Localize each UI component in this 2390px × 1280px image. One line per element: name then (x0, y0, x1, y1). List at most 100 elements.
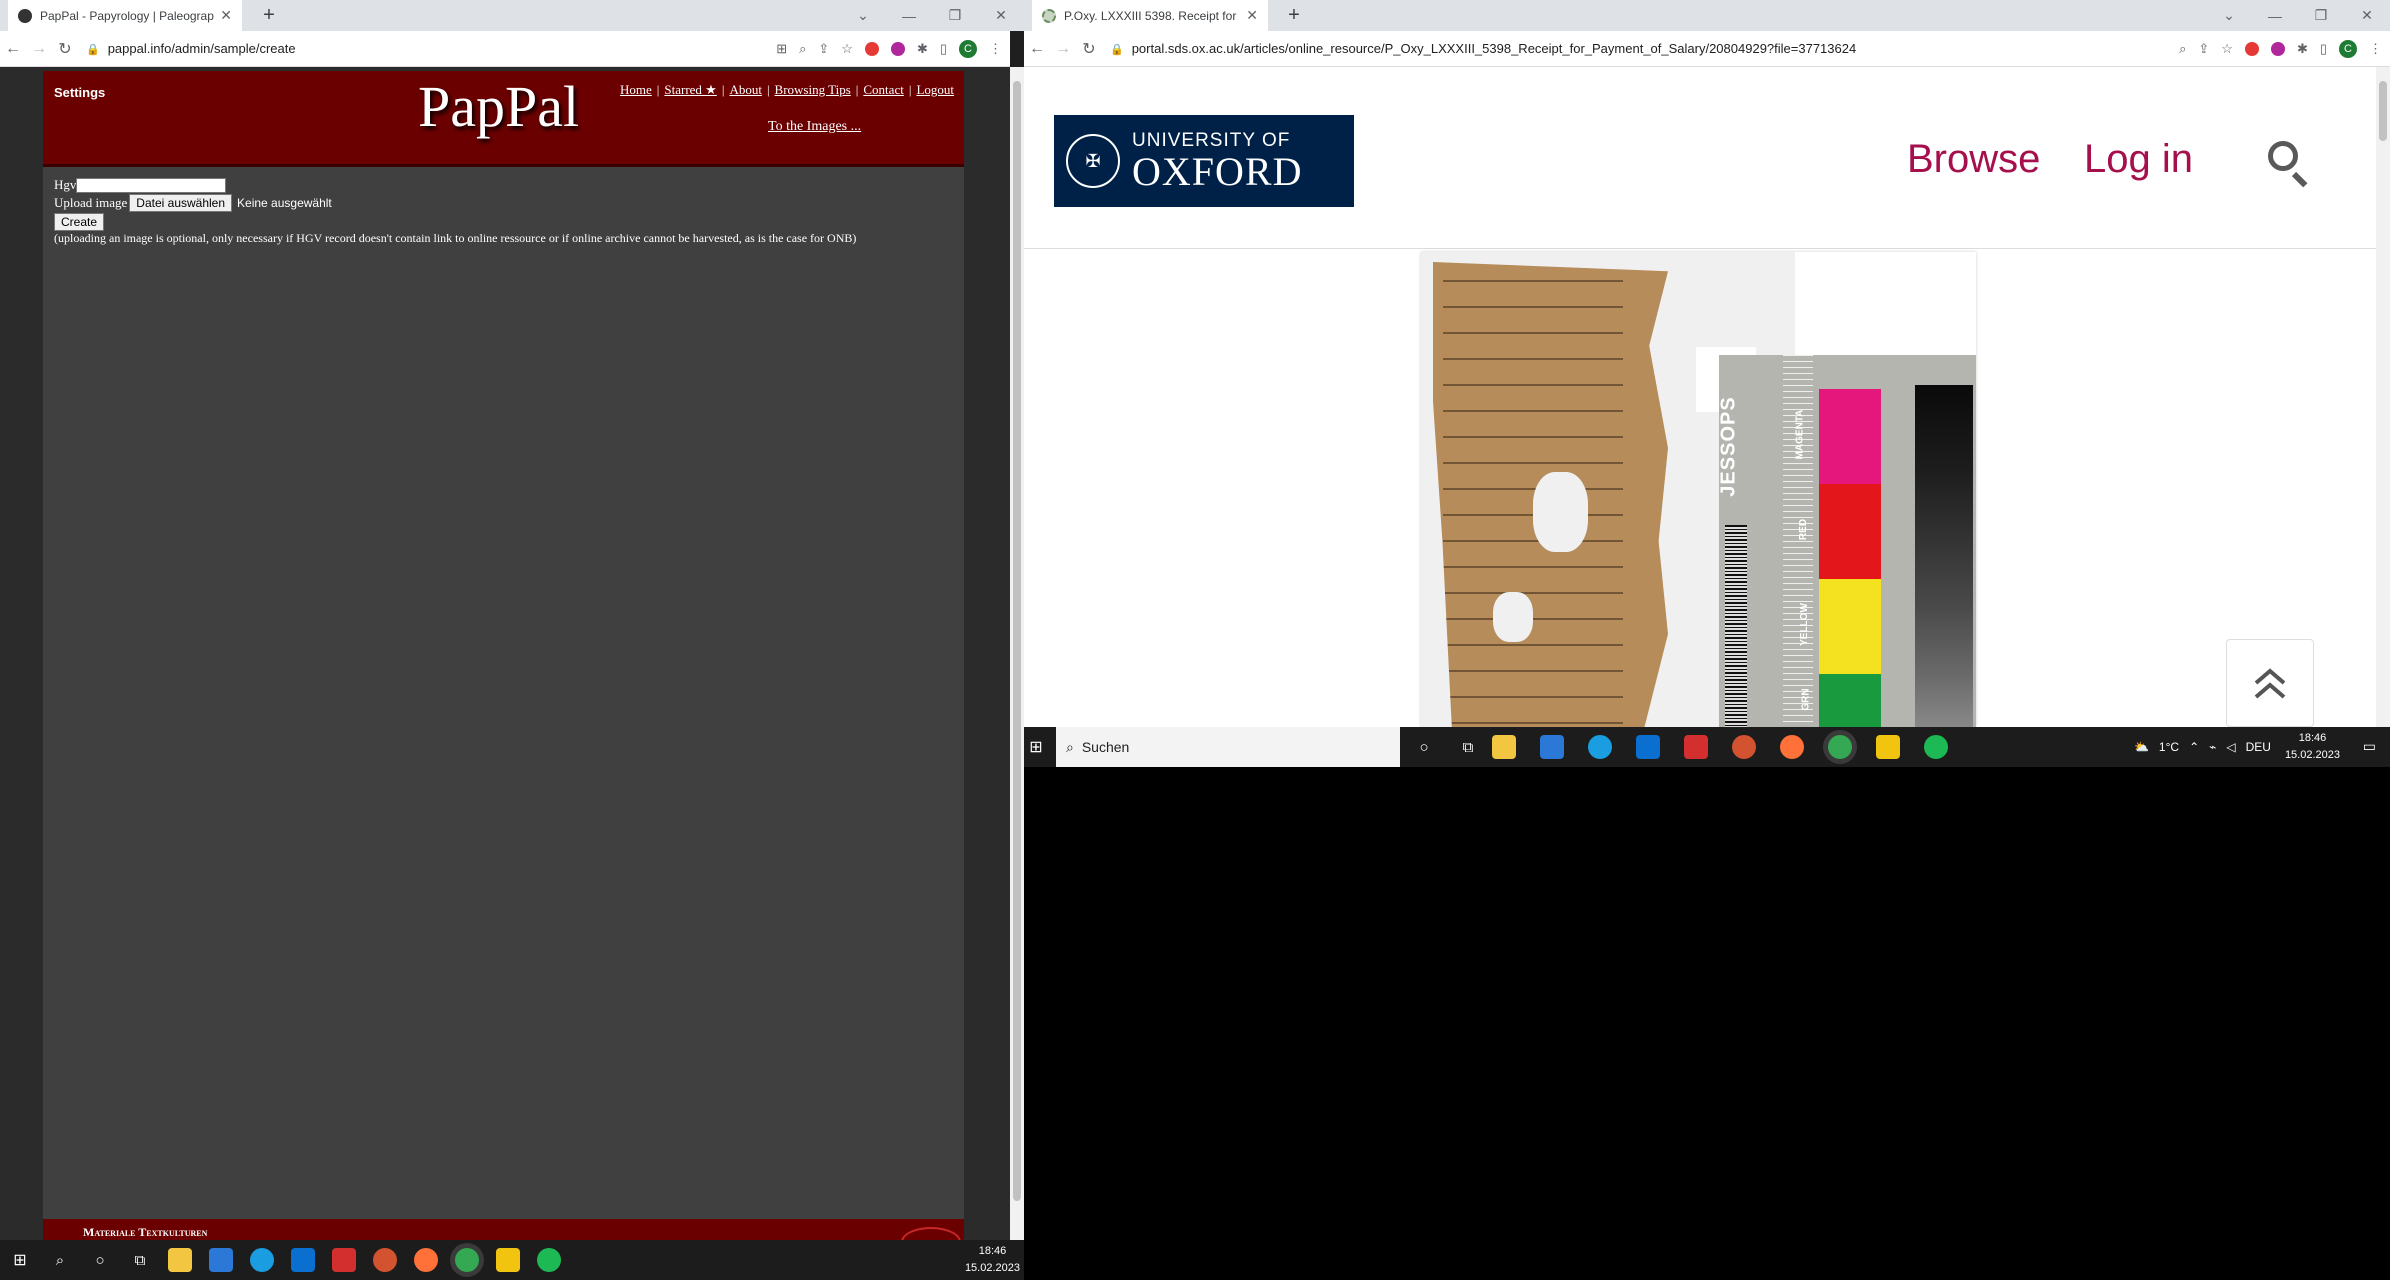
left-scroll-thumb[interactable] (1013, 81, 1021, 1201)
task-view-icon[interactable]: ⧉ (1448, 739, 1488, 756)
cortana-icon[interactable]: ○ (1400, 739, 1448, 756)
volume-icon[interactable]: ◁ (2226, 740, 2235, 754)
file-explorer-icon[interactable] (1492, 735, 1516, 759)
minimize-icon[interactable]: — (2252, 8, 2298, 24)
restore-icon[interactable]: ❐ (932, 7, 978, 24)
menu-about-link[interactable]: About (729, 82, 762, 98)
close-tab-icon[interactable]: ✕ (1246, 7, 1258, 24)
menu-kebab-icon[interactable]: ⋮ (989, 41, 1002, 57)
acrobat-icon[interactable] (332, 1248, 356, 1272)
edge-icon[interactable] (1588, 735, 1612, 759)
share-icon[interactable]: ⇪ (2198, 41, 2209, 57)
task-view-icon[interactable]: ⧉ (120, 1252, 160, 1269)
notepad-icon[interactable] (1876, 735, 1900, 759)
browse-link[interactable]: Browse (1907, 137, 2040, 182)
minimize-icon[interactable]: — (886, 8, 932, 24)
menu-kebab-icon[interactable]: ⋮ (2369, 41, 2382, 57)
new-tab-button[interactable]: + (255, 0, 283, 31)
share-icon[interactable]: ⇪ (818, 41, 829, 57)
papyrus-image-preview[interactable]: JESSOPS MAGENTA RED YELLOW GRN (1421, 252, 1976, 727)
left-scrollbar[interactable] (1010, 67, 1024, 1240)
firefox-icon[interactable] (1780, 735, 1804, 759)
chrome-icon[interactable] (1828, 735, 1852, 759)
powerpoint-icon[interactable] (373, 1248, 397, 1272)
notepad-icon[interactable] (496, 1248, 520, 1272)
extension-red-icon[interactable] (864, 42, 879, 56)
forward-icon[interactable]: → (26, 40, 52, 58)
right-url-field[interactable]: 🔒 portal.sds.ox.ac.uk/articles/online_res… (1110, 41, 1856, 56)
spotify-icon[interactable] (1924, 735, 1948, 759)
search-icon[interactable]: ⌕ (40, 1252, 80, 1269)
to-images-link[interactable]: To the Images ... (768, 119, 861, 134)
close-tab-icon[interactable]: ✕ (220, 7, 232, 24)
acrobat-icon[interactable] (1684, 735, 1708, 759)
right-scrollbar[interactable] (2376, 67, 2390, 727)
start-icon[interactable]: ⊞ (1024, 737, 1048, 757)
bookmark-star-icon[interactable]: ☆ (841, 41, 853, 57)
left-url-field[interactable]: 🔒 pappal.info/admin/sample/create (86, 41, 296, 56)
extension-red-icon[interactable] (2244, 42, 2259, 56)
back-icon[interactable]: ← (1024, 40, 1050, 58)
extension-purple-icon[interactable] (2270, 42, 2285, 56)
cortana-icon[interactable]: ○ (80, 1252, 120, 1269)
spotify-icon[interactable] (537, 1248, 561, 1272)
menu-home-link[interactable]: Home (620, 82, 652, 98)
chrome-icon[interactable] (455, 1248, 479, 1272)
weather-icon[interactable]: ⛅ (2134, 740, 2149, 754)
restore-icon[interactable]: ❐ (2298, 7, 2344, 24)
tab-search-icon[interactable]: ⌄ (2206, 7, 2252, 24)
menu-contact-link[interactable]: Contact (863, 82, 903, 98)
start-icon[interactable]: ⊞ (0, 1250, 40, 1270)
zoom-icon[interactable]: ⌕ (2179, 41, 2186, 57)
firefox-icon[interactable] (414, 1248, 438, 1272)
menu-logout-link[interactable]: Logout (916, 82, 954, 98)
store-icon[interactable] (1540, 735, 1564, 759)
settings-link[interactable]: Settings (54, 85, 105, 100)
choose-file-button[interactable]: Datei auswählen (129, 194, 233, 212)
close-window-icon[interactable]: ✕ (978, 7, 1024, 24)
left-active-tab[interactable]: PapPal - Papyrology | Paleograph ✕ (8, 0, 242, 31)
taskbar-search-box[interactable]: ⌕ Suchen (1056, 727, 1400, 767)
zoom-icon[interactable]: ⌕ (799, 41, 806, 57)
language-indicator[interactable]: DEU (2246, 740, 2271, 754)
create-button[interactable]: Create (54, 212, 105, 231)
new-tab-button[interactable]: + (1280, 0, 1308, 31)
right-clock[interactable]: 18:46 15.02.2023 (2285, 730, 2340, 764)
tray-chevron-icon[interactable]: ⌃ (2189, 740, 2199, 754)
menu-starred-link[interactable]: Starred ★ (664, 82, 716, 98)
network-icon[interactable]: ⌁ (2209, 740, 2216, 754)
extensions-puzzle-icon[interactable]: ✱ (917, 41, 928, 57)
powerpoint-icon[interactable] (1732, 735, 1756, 759)
store-icon[interactable] (209, 1248, 233, 1272)
back-icon[interactable]: ← (0, 40, 26, 58)
sidepanel-icon[interactable]: ▯ (2320, 41, 2327, 57)
extensions-puzzle-icon[interactable]: ✱ (2297, 41, 2308, 57)
scroll-to-top-button[interactable] (2226, 639, 2314, 727)
file-explorer-icon[interactable] (168, 1248, 192, 1272)
translate-icon[interactable]: ⊞ (776, 41, 787, 57)
mail-icon[interactable] (291, 1248, 315, 1272)
weather-temp[interactable]: 1°C (2159, 740, 2179, 754)
hgv-input[interactable] (76, 177, 227, 193)
profile-avatar[interactable]: C (2339, 40, 2357, 58)
edge-icon[interactable] (250, 1248, 274, 1272)
right-scroll-thumb[interactable] (2379, 81, 2387, 141)
extension-purple-icon[interactable] (890, 42, 905, 56)
tab-search-icon[interactable]: ⌄ (840, 7, 886, 24)
search-icon[interactable] (2264, 137, 2312, 188)
reload-icon[interactable]: ↻ (1076, 39, 1102, 59)
pappal-logo[interactable]: PapPal (418, 73, 579, 140)
bookmark-star-icon[interactable]: ☆ (2221, 41, 2233, 57)
close-window-icon[interactable]: ✕ (2344, 7, 2390, 24)
profile-avatar[interactable]: C (959, 40, 977, 58)
login-link[interactable]: Log in (2084, 137, 2193, 182)
mail-icon[interactable] (1636, 735, 1660, 759)
notifications-icon[interactable]: ▭ (2363, 738, 2376, 755)
left-clock[interactable]: 18:46 15.02.2023 (965, 1243, 1020, 1277)
oxford-logo[interactable]: ✠ UNIVERSITY OF OXFORD (1054, 115, 1354, 207)
reload-icon[interactable]: ↻ (52, 39, 78, 59)
forward-icon[interactable]: → (1050, 40, 1076, 58)
menu-browsing-tips-link[interactable]: Browsing Tips (775, 82, 851, 98)
sidepanel-icon[interactable]: ▯ (940, 41, 947, 57)
right-active-tab[interactable]: P.Oxy. LXXXIII 5398. Receipt for ✕ (1032, 0, 1268, 31)
